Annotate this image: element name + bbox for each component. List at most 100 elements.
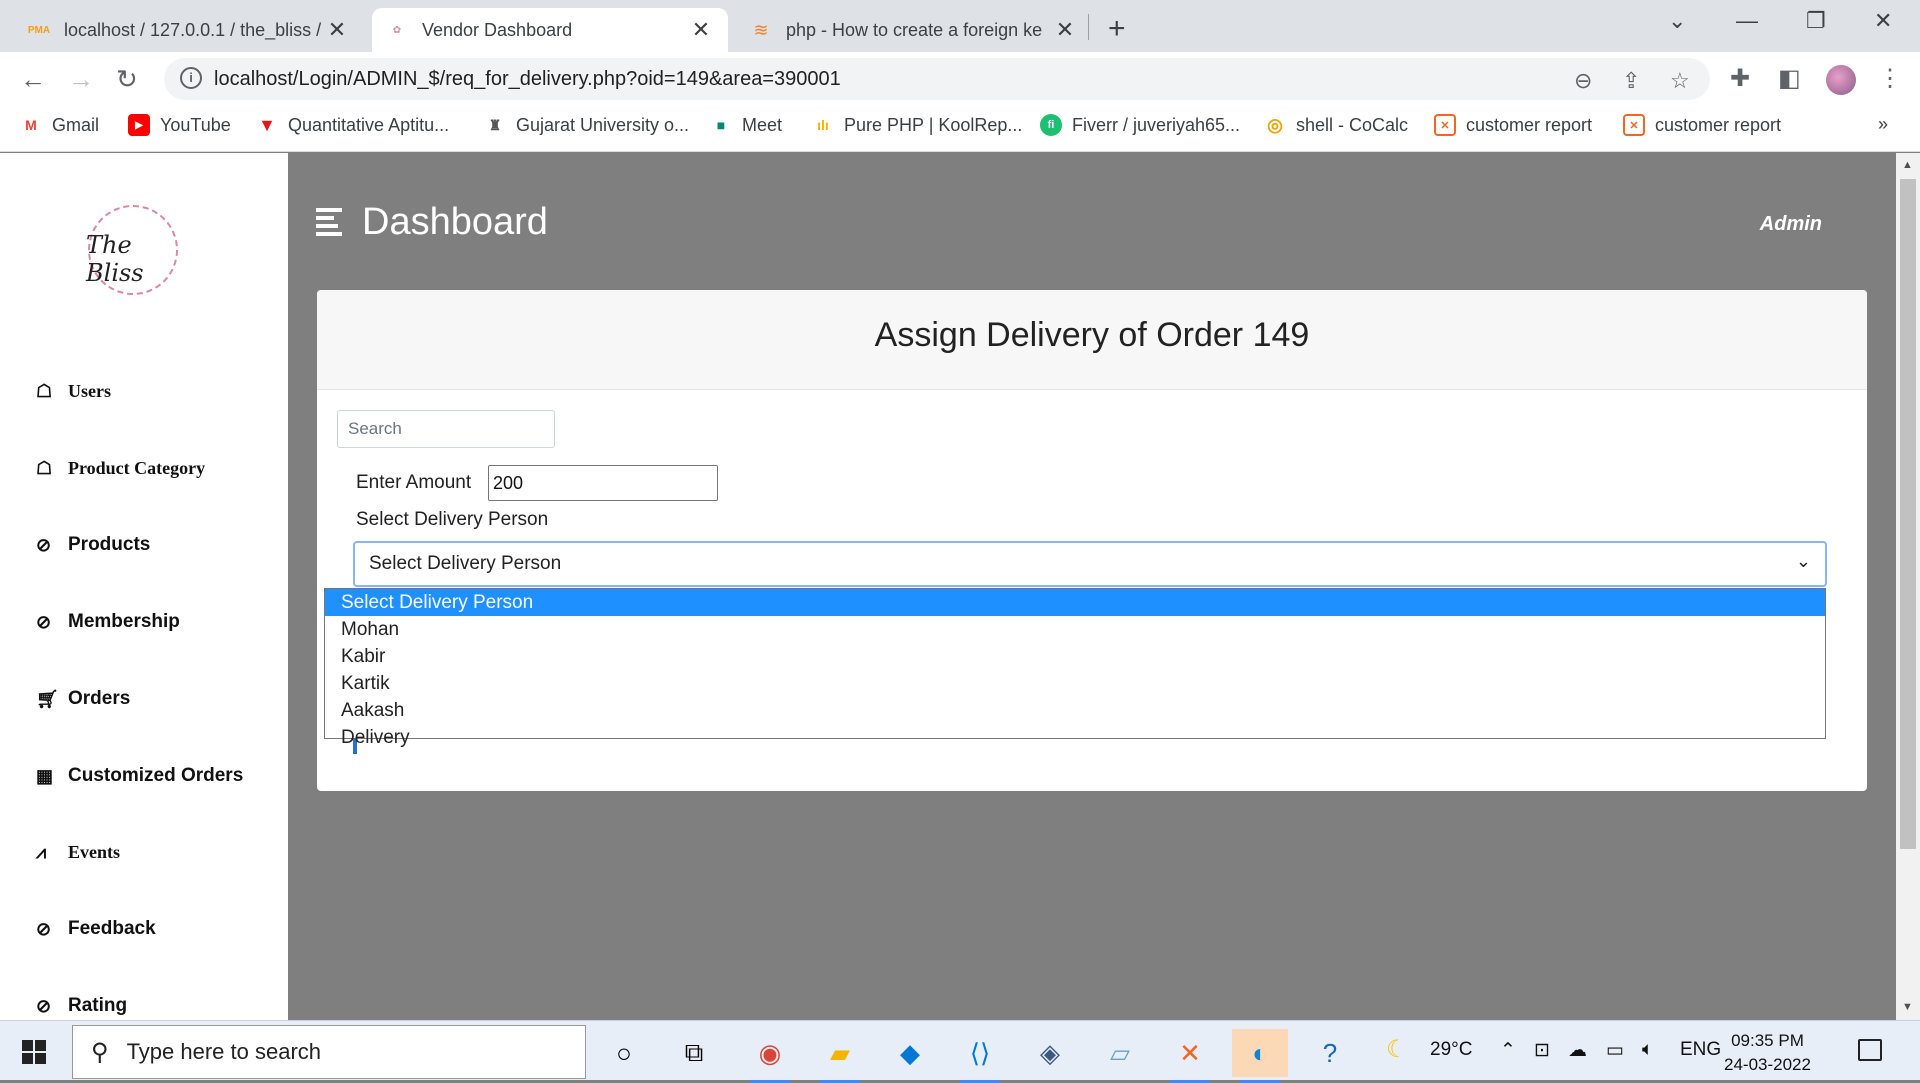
amount-label: Enter Amount: [356, 472, 472, 493]
search-input[interactable]: [337, 410, 555, 448]
youtube-icon: ▶: [128, 114, 150, 136]
sidebar-item-label: Orders: [68, 688, 131, 709]
tab-search-icon[interactable]: ⌄: [1668, 8, 1686, 34]
option-kabir[interactable]: Kabir: [325, 643, 1825, 670]
bookmark-gmail[interactable]: M Gmail: [20, 114, 99, 136]
profile-avatar[interactable]: [1826, 65, 1856, 95]
notifications-icon[interactable]: [1858, 1039, 1882, 1061]
sidebar-item-users[interactable]: ☖ Users: [36, 381, 111, 402]
restore-icon[interactable]: ❐: [1806, 8, 1826, 34]
option-kartik[interactable]: Kartik: [325, 670, 1825, 697]
cocalc-icon: ◎: [1267, 114, 1283, 135]
weather-temp[interactable]: 29°C: [1430, 1039, 1472, 1061]
menu-toggle-icon[interactable]: [316, 208, 342, 240]
edge-icon[interactable]: ◐: [1232, 1029, 1288, 1083]
admin-user-link[interactable]: Admin: [1760, 213, 1822, 236]
weather-icon[interactable]: ☾: [1386, 1035, 1408, 1064]
help-icon[interactable]: ?: [1302, 1029, 1358, 1077]
card-title: Assign Delivery of Order 149: [874, 316, 1310, 354]
minimize-icon[interactable]: —: [1736, 8, 1758, 34]
sidebar-item-label: Product Category: [68, 458, 206, 478]
more-bookmarks-icon[interactable]: »: [1878, 114, 1888, 135]
close-tab-icon[interactable]: ✕: [688, 17, 714, 43]
sidebar-item-products[interactable]: ⊘ Products: [36, 534, 150, 556]
quant-icon: ▼: [258, 114, 276, 135]
scrollbar-thumb[interactable]: [1900, 179, 1916, 849]
page-title: Dashboard: [362, 201, 548, 243]
sidebar-item-product-category[interactable]: ☖ Product Category: [36, 458, 205, 479]
close-tab-icon[interactable]: ✕: [324, 17, 350, 43]
language-indicator[interactable]: ENG: [1680, 1039, 1721, 1061]
sidebar-item-label: Customized Orders: [68, 765, 244, 786]
bookmark-youtube[interactable]: ▶ YouTube: [128, 114, 231, 136]
bookmark-meet[interactable]: ■ Meet: [710, 114, 782, 136]
bookmark-gujarat-university[interactable]: ♜ Gujarat University o...: [484, 114, 689, 136]
site-info-icon[interactable]: i: [180, 67, 202, 89]
bookmarks-bar: M Gmail ▶ YouTube ▼ Quantitative Aptitu... …: [0, 104, 1920, 152]
option-mohan[interactable]: Mohan: [325, 616, 1825, 643]
bookmark-cocalc[interactable]: ◎ shell - CoCalc: [1264, 114, 1408, 136]
app-icon[interactable]: ◆: [882, 1029, 938, 1077]
file-explorer-icon[interactable]: ▰: [812, 1029, 868, 1083]
sidebar-item-membership[interactable]: ⊘ Membership: [36, 611, 180, 633]
option-aakash[interactable]: Aakash: [325, 697, 1825, 724]
the-bliss-logo[interactable]: The Bliss: [78, 205, 182, 295]
back-icon[interactable]: ←: [20, 64, 46, 95]
tab-stackoverflow[interactable]: ≋ php - How to create a foreign ke ✕: [736, 8, 1092, 52]
bookmark-quant[interactable]: ▼ Quantitative Aptitu...: [256, 114, 449, 136]
extensions-icon[interactable]: ✚: [1730, 64, 1750, 93]
menu-icon[interactable]: ⋮: [1878, 64, 1902, 93]
vscode-icon[interactable]: ⟨⟩: [952, 1029, 1008, 1083]
windows-start-icon[interactable]: [22, 1040, 46, 1064]
amount-input[interactable]: [488, 465, 718, 501]
bookmark-customer-report-2[interactable]: ✕ customer report: [1623, 114, 1781, 136]
system-clock[interactable]: 09:35 PM 24-03-2022: [1724, 1029, 1811, 1077]
cortana-icon[interactable]: ○: [596, 1029, 652, 1077]
sidebar-item-label: Users: [68, 381, 111, 401]
bookmark-fiverr[interactable]: fi Fiverr / juveriyah65...: [1040, 114, 1240, 136]
taskbar-search-box[interactable]: ⚲ Type here to search: [72, 1025, 586, 1079]
bookmark-customer-report-1[interactable]: ✕ customer report: [1434, 114, 1592, 136]
mysql-workbench-icon[interactable]: ◈: [1022, 1029, 1078, 1077]
battery-icon[interactable]: ▭: [1606, 1039, 1624, 1062]
sidebar-item-rating[interactable]: ⊘ Rating: [36, 995, 127, 1017]
bookmark-star-icon[interactable]: ☆: [1670, 68, 1690, 94]
window-close-icon[interactable]: ✕: [1874, 8, 1892, 34]
page-scrollbar[interactable]: ▲ ▼: [1896, 153, 1920, 1020]
address-bar[interactable]: i localhost/Login/ADMIN_$/req_for_delive…: [164, 58, 1710, 100]
chrome-icon[interactable]: ◉: [742, 1029, 798, 1083]
sidebar-item-label: Membership: [68, 611, 180, 632]
option-select-delivery-person[interactable]: Select Delivery Person: [325, 589, 1825, 616]
share-icon[interactable]: ⇪: [1622, 68, 1640, 94]
sidebar-item-customized-orders[interactable]: ▦ Customized Orders: [36, 765, 243, 787]
tab-vendor-dashboard[interactable]: ✿ Vendor Dashboard ✕: [372, 8, 728, 52]
scroll-up-icon[interactable]: ▲: [1902, 159, 1913, 171]
option-delivery[interactable]: Delivery: [325, 724, 1825, 751]
bookmark-label: YouTube: [160, 114, 231, 135]
xampp-icon[interactable]: ✕: [1162, 1029, 1218, 1083]
delivery-person-select[interactable]: Select Delivery Person ⌄: [353, 541, 1827, 587]
scroll-down-icon[interactable]: ▼: [1902, 1001, 1913, 1013]
close-tab-icon[interactable]: ✕: [1052, 17, 1078, 43]
sidebar-item-events[interactable]: ⩘ Events: [36, 842, 120, 863]
tab-phpmyadmin[interactable]: PMA localhost / 127.0.0.1 / the_bliss / …: [14, 8, 364, 52]
side-panel-icon[interactable]: ◧: [1778, 64, 1801, 93]
sitemap-icon: ☖: [36, 381, 53, 401]
forward-icon[interactable]: →: [68, 64, 94, 95]
new-tab-icon[interactable]: +: [1108, 12, 1126, 46]
zoom-icon[interactable]: ⊖: [1574, 68, 1592, 94]
sidebar-item-feedback[interactable]: ⊘ Feedback: [36, 918, 156, 940]
show-hidden-icons-icon[interactable]: ⌃: [1500, 1039, 1516, 1062]
onedrive-icon[interactable]: ☁: [1568, 1039, 1587, 1062]
sidebar-item-orders[interactable]: 🛒︎ Orders: [36, 688, 130, 710]
reload-icon[interactable]: ↻: [116, 64, 138, 95]
task-view-icon[interactable]: ⧉: [666, 1029, 722, 1077]
notepad-icon[interactable]: ▱: [1092, 1029, 1148, 1077]
bookmark-label: Gujarat University o...: [516, 114, 690, 135]
meet-now-icon[interactable]: ⊡: [1534, 1039, 1550, 1062]
bookmark-koolreport[interactable]: ılı Pure PHP | KoolRep...: [812, 114, 1022, 136]
browser-tabstrip: PMA localhost / 127.0.0.1 / the_bliss / …: [0, 0, 1920, 52]
volume-icon[interactable]: 🔈︎: [1642, 1039, 1653, 1061]
paperclip-icon: ⊘: [36, 534, 52, 555]
paperclip-icon: ⊘: [36, 995, 52, 1016]
